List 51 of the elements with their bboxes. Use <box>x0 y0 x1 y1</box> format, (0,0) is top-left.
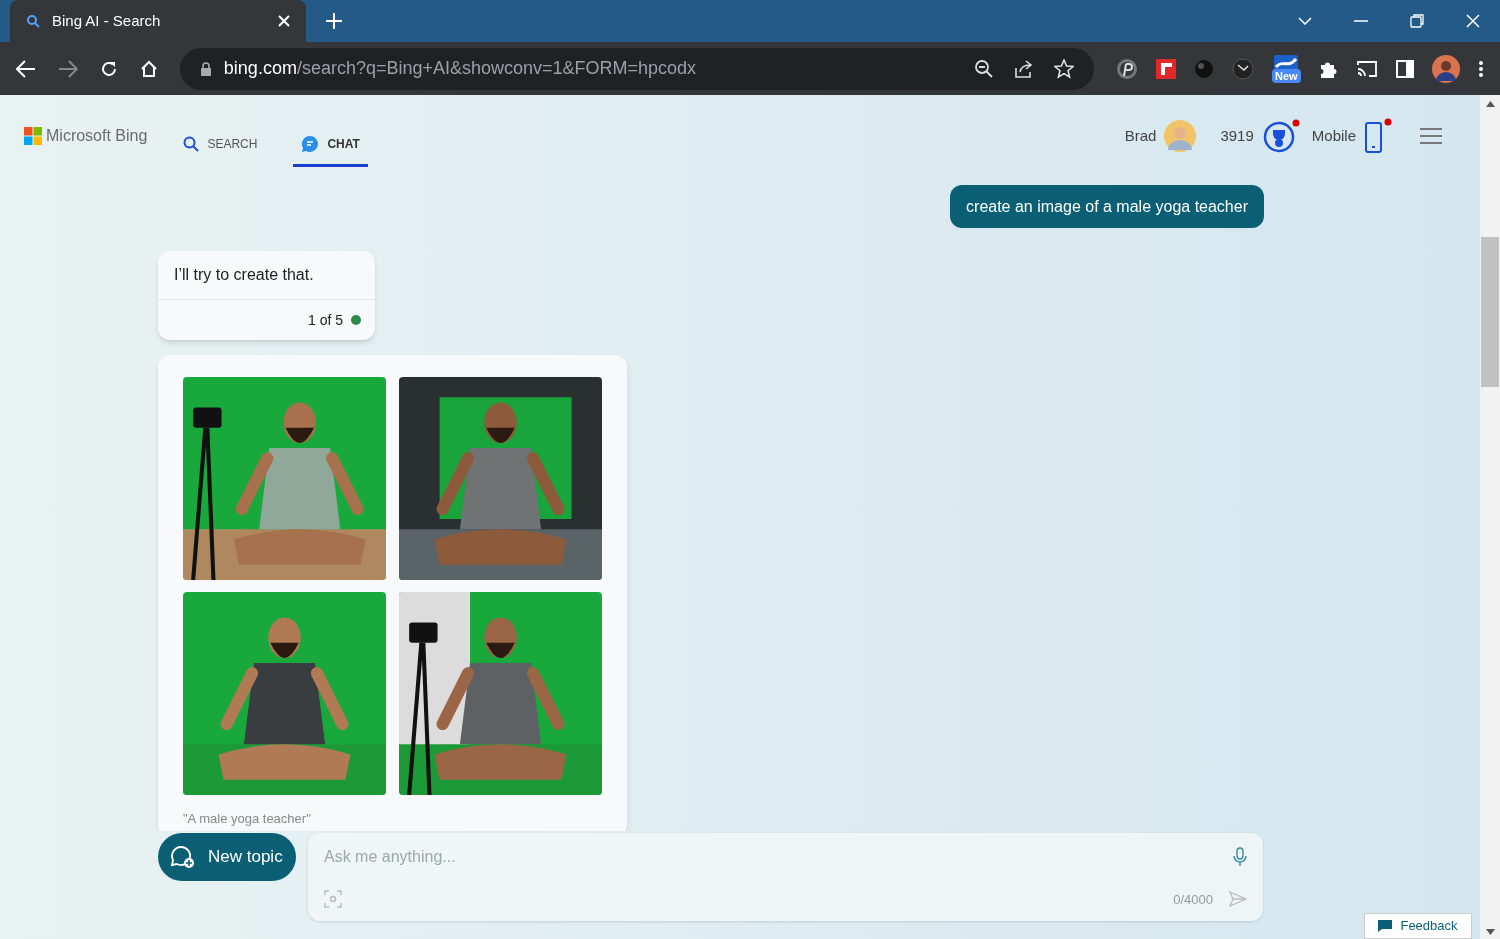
close-icon[interactable] <box>278 15 290 27</box>
reload-icon[interactable] <box>99 59 118 78</box>
back-icon[interactable] <box>16 59 36 78</box>
logo-text: Microsoft Bing <box>46 126 148 146</box>
message-counter: 1 of 5 <box>307 310 343 330</box>
lock-icon <box>199 61 212 76</box>
nav-tab[interactable]: CHAT <box>293 123 368 167</box>
chat-input-field[interactable]: Ask me anything... <box>324 845 1233 869</box>
search-icon <box>26 14 40 28</box>
phone-icon[interactable] <box>1364 118 1392 154</box>
share-icon[interactable] <box>1014 58 1034 79</box>
new-topic-icon <box>170 845 196 869</box>
points-count[interactable]: 3919 <box>1220 124 1254 148</box>
user-message: create an image of a male yoga teacher <box>950 185 1264 228</box>
bot-message: I’ll try to create that. <box>173 265 315 285</box>
feedback-button[interactable]: Feedback <box>1364 913 1472 939</box>
side-panel-icon[interactable] <box>1396 59 1414 78</box>
hamburger-menu-icon[interactable] <box>1420 128 1442 144</box>
microphone-icon[interactable] <box>1233 847 1247 867</box>
feedback-icon <box>1378 920 1393 932</box>
scrollbar[interactable] <box>1480 95 1500 939</box>
cast-icon[interactable] <box>1356 59 1378 78</box>
scroll-up-icon[interactable] <box>1485 101 1495 107</box>
profile-avatar-icon[interactable] <box>1432 54 1460 83</box>
menu-icon[interactable] <box>1478 59 1484 78</box>
mobile-label[interactable]: Mobile <box>1311 124 1356 148</box>
home-icon[interactable] <box>139 59 158 78</box>
new-topic-button[interactable]: New topic <box>158 833 296 881</box>
scroll-thumb[interactable] <box>1481 237 1499 387</box>
forward-icon[interactable] <box>57 59 78 78</box>
close-icon[interactable] <box>1466 14 1480 28</box>
user-name[interactable]: Brad <box>1124 124 1157 148</box>
flag-extension-icon[interactable] <box>1156 58 1176 79</box>
chat-bubble-icon <box>301 134 320 153</box>
search-icon <box>183 135 200 152</box>
url-text: bing.com/search?q=Bing+AI&showconv=1&FORM=hpcodx <box>223 57 698 80</box>
trophy-icon[interactable] <box>1261 119 1300 153</box>
logo-icon <box>24 127 42 145</box>
image-caption: "A male yoga teacher" <box>183 810 312 828</box>
restore-icon[interactable] <box>1410 14 1424 28</box>
address-bar[interactable]: bing.com/search?q=Bing+AI&showconv=1&FORM=hpcodx <box>179 47 1094 90</box>
scroll-down-icon[interactable] <box>1485 929 1495 935</box>
nav-tab[interactable]: SEARCH <box>179 123 262 167</box>
tab-title: Bing AI - Search <box>52 10 162 31</box>
character-count: 0/4000 <box>1173 890 1213 909</box>
browser-tab[interactable]: Bing AI - Search <box>10 0 306 42</box>
star-icon[interactable] <box>1054 58 1074 79</box>
chevron-down-icon[interactable] <box>1298 17 1312 25</box>
zoom-out-icon[interactable] <box>974 58 994 79</box>
dark-ball-icon[interactable] <box>1194 58 1214 79</box>
new-tab-icon[interactable] <box>326 13 342 29</box>
